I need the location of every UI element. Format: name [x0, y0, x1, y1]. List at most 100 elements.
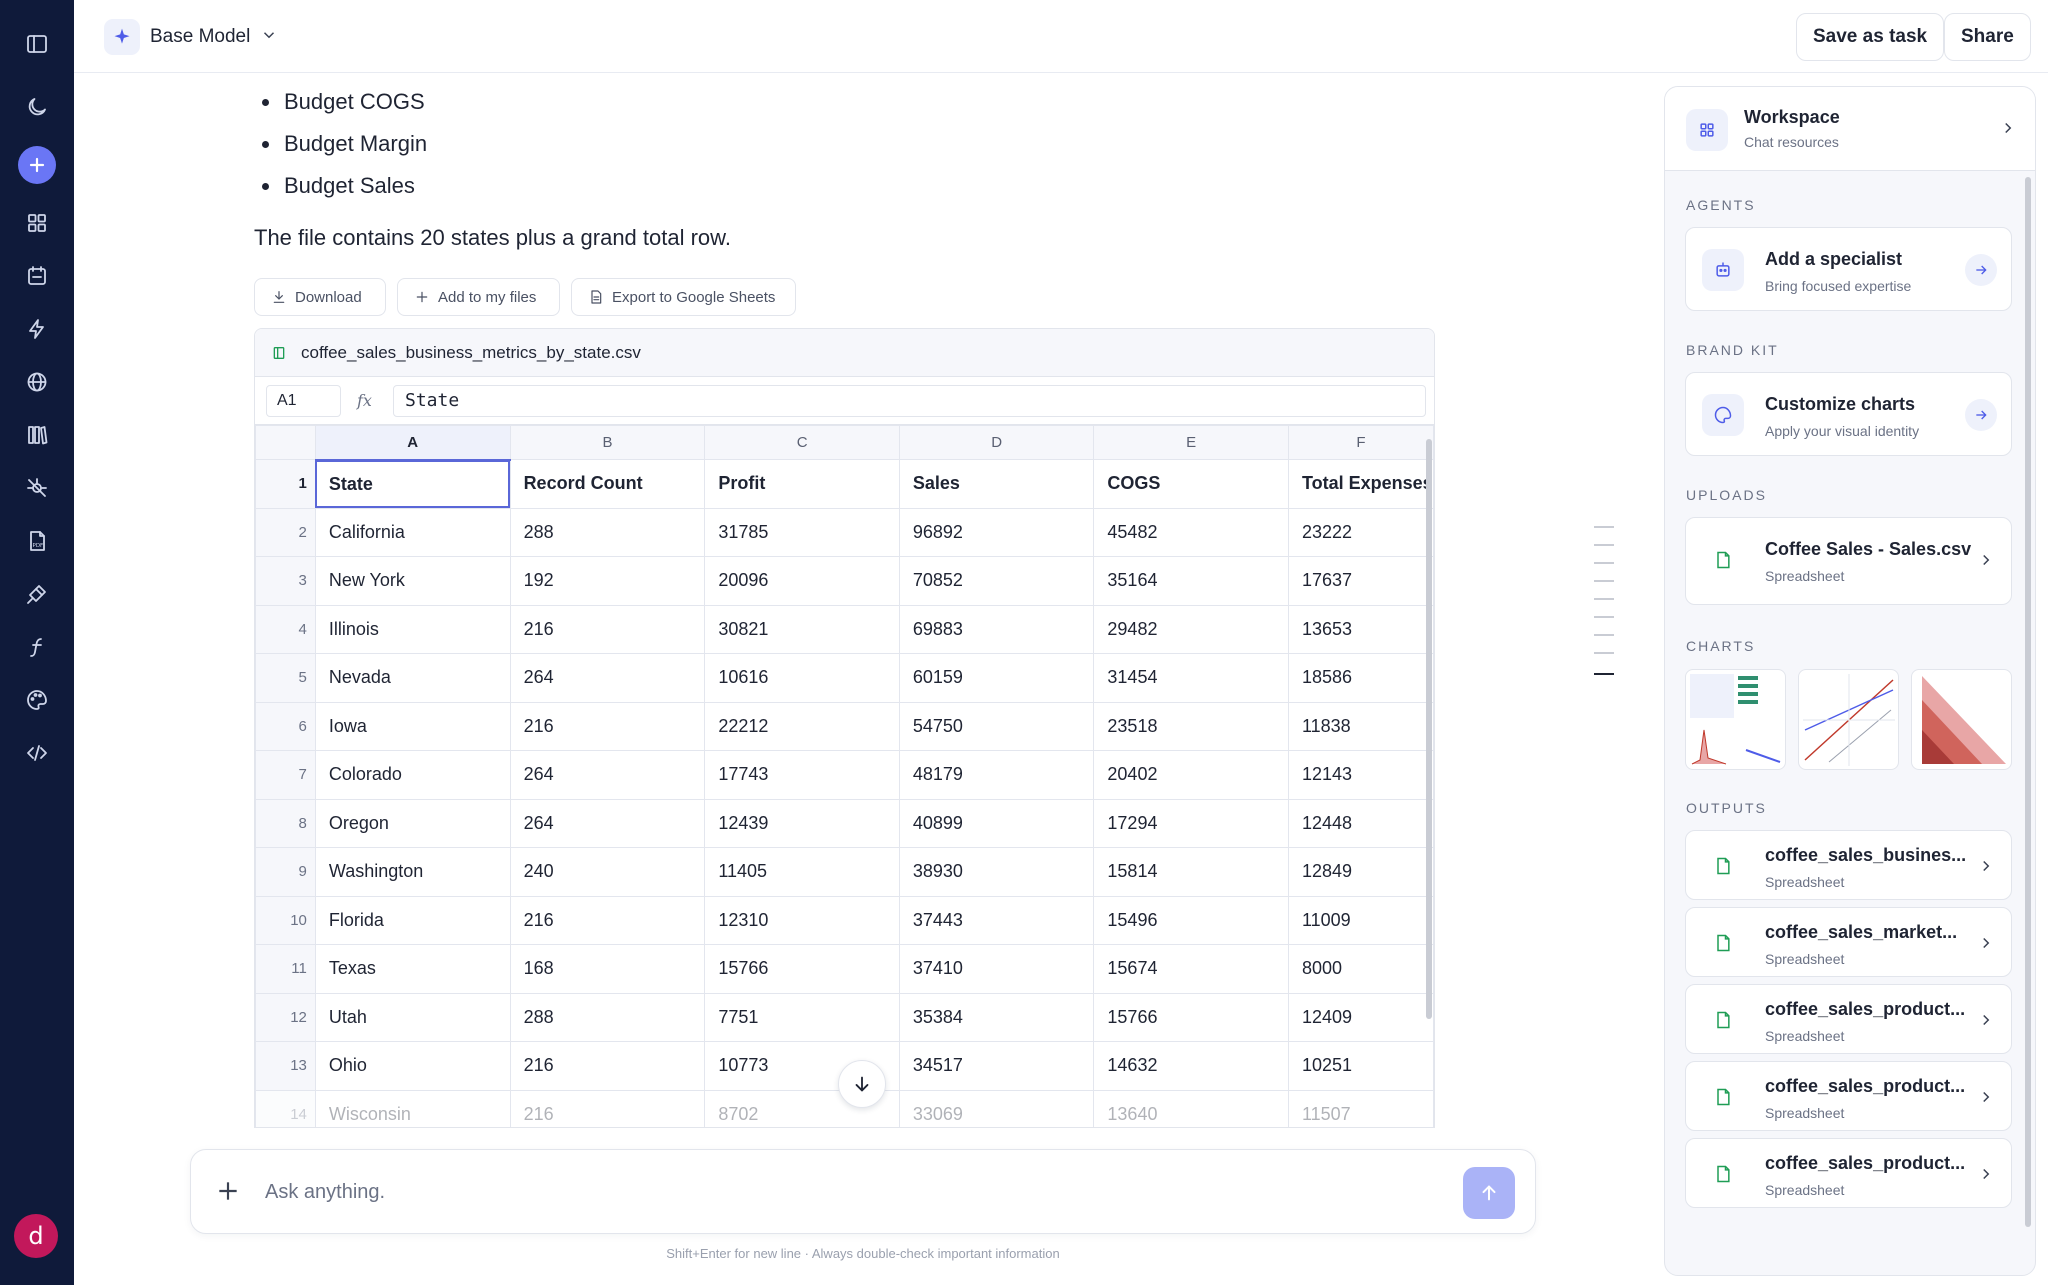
outline-tick[interactable]	[1594, 652, 1614, 654]
row-number[interactable]: 8	[255, 798, 316, 848]
table-cell[interactable]: Florida	[314, 895, 511, 945]
table-cell[interactable]: 54750	[898, 701, 1095, 751]
table-cell[interactable]: 23222	[1287, 507, 1434, 557]
scroll-to-bottom-button[interactable]	[838, 1060, 886, 1108]
add-to-files-button[interactable]: Add to my files	[397, 278, 560, 316]
table-cell[interactable]: 48179	[898, 750, 1095, 800]
output-file-card[interactable]: coffee_sales_product... Spreadsheet	[1685, 1138, 2012, 1208]
table-cell[interactable]: 35384	[898, 992, 1095, 1042]
table-cell[interactable]: 8000	[1287, 944, 1434, 994]
panel-scrollbar[interactable]	[2025, 177, 2031, 1227]
palette-icon[interactable]	[18, 681, 56, 719]
table-cell[interactable]: 35164	[1093, 556, 1289, 606]
outline-tick[interactable]	[1594, 616, 1614, 618]
table-cell[interactable]: 12143	[1287, 750, 1434, 800]
table-cell[interactable]: 168	[509, 944, 706, 994]
table-cell[interactable]: 31454	[1093, 653, 1289, 703]
row-number[interactable]: 5	[255, 653, 316, 703]
row-number[interactable]: 10	[255, 895, 316, 945]
table-cell[interactable]: 37443	[898, 895, 1095, 945]
table-cell[interactable]: 29482	[1093, 604, 1289, 654]
new-chat-button[interactable]	[18, 146, 56, 184]
table-cell[interactable]: 264	[509, 798, 706, 848]
row-number[interactable]: 13	[255, 1041, 316, 1091]
table-cell[interactable]: 34517	[898, 1041, 1095, 1091]
table-cell[interactable]: 96892	[898, 507, 1095, 557]
table-cell[interactable]: 12439	[704, 798, 900, 848]
sheet-scrollbar[interactable]	[1426, 439, 1432, 1019]
formula-input[interactable]: State	[393, 384, 1426, 417]
table-cell[interactable]: 40899	[898, 798, 1095, 848]
table-cell[interactable]: 37410	[898, 944, 1095, 994]
outline-tick[interactable]	[1594, 562, 1614, 564]
table-cell[interactable]: 17637	[1287, 556, 1434, 606]
outline-tick[interactable]	[1594, 544, 1614, 546]
table-cell[interactable]: 11838	[1287, 701, 1434, 751]
table-cell[interactable]: 22212	[704, 701, 900, 751]
table-cell[interactable]: 14632	[1093, 1041, 1289, 1091]
calendar-icon[interactable]	[18, 257, 56, 295]
row-number[interactable]: 2	[255, 507, 316, 557]
chat-input[interactable]	[265, 1174, 1365, 1210]
user-avatar[interactable]: d	[14, 1214, 58, 1258]
attach-plus-icon[interactable]	[215, 1178, 241, 1204]
row-number[interactable]: 7	[255, 750, 316, 800]
workspace-header[interactable]: Workspace Chat resources	[1665, 87, 2035, 171]
outline-tick[interactable]	[1594, 580, 1614, 582]
table-cell[interactable]: 15814	[1093, 847, 1289, 897]
code-icon[interactable]	[18, 734, 56, 772]
table-cell[interactable]: 288	[509, 992, 706, 1042]
table-cell[interactable]: Total Expenses	[1287, 459, 1434, 509]
table-cell[interactable]: 10616	[704, 653, 900, 703]
table-cell[interactable]: Iowa	[314, 701, 511, 751]
table-cell[interactable]: Nevada	[314, 653, 511, 703]
table-cell[interactable]: 264	[509, 653, 706, 703]
table-cell[interactable]: New York	[314, 556, 511, 606]
outline-tick-active[interactable]	[1594, 673, 1614, 675]
table-cell[interactable]: Colorado	[314, 750, 511, 800]
table-cell[interactable]: 240	[509, 847, 706, 897]
row-number[interactable]: 3	[255, 556, 316, 606]
sidebar-toggle-icon[interactable]	[18, 25, 56, 63]
model-selector[interactable]: Base Model	[104, 18, 278, 56]
table-cell[interactable]: Wisconsin	[314, 1089, 511, 1127]
table-cell[interactable]: 12409	[1287, 992, 1434, 1042]
table-cell[interactable]: 11507	[1287, 1089, 1434, 1127]
table-cell[interactable]: 45482	[1093, 507, 1289, 557]
customize-charts-card[interactable]: Customize charts Apply your visual ident…	[1685, 372, 2012, 456]
table-cell[interactable]: 13653	[1287, 604, 1434, 654]
table-cell[interactable]: 216	[509, 895, 706, 945]
table-cell[interactable]: Oregon	[314, 798, 511, 848]
table-cell[interactable]: Record Count	[509, 459, 706, 509]
table-cell[interactable]: 15496	[1093, 895, 1289, 945]
table-cell[interactable]: 33069	[898, 1089, 1095, 1127]
table-cell[interactable]: 70852	[898, 556, 1095, 606]
grid-icon[interactable]	[18, 204, 56, 242]
table-cell[interactable]: Washington	[314, 847, 511, 897]
table-cell[interactable]: 7751	[704, 992, 900, 1042]
table-cell[interactable]: Utah	[314, 992, 511, 1042]
moon-icon[interactable]	[18, 88, 56, 126]
column-header-f[interactable]: F	[1287, 425, 1434, 460]
output-file-card[interactable]: coffee_sales_product... Spreadsheet	[1685, 984, 2012, 1054]
table-cell[interactable]: 12448	[1287, 798, 1434, 848]
download-button[interactable]: Download	[254, 278, 386, 316]
column-header-b[interactable]: B	[509, 425, 706, 460]
output-file-card[interactable]: coffee_sales_product... Spreadsheet	[1685, 1061, 2012, 1131]
upload-file-card[interactable]: Coffee Sales - Sales.csv Spreadsheet	[1685, 517, 2012, 605]
send-button[interactable]	[1463, 1167, 1515, 1219]
table-cell[interactable]: 288	[509, 507, 706, 557]
table-cell[interactable]: 20096	[704, 556, 900, 606]
table-cell[interactable]: 38930	[898, 847, 1095, 897]
function-icon[interactable]	[18, 628, 56, 666]
table-cell[interactable]: 17294	[1093, 798, 1289, 848]
row-number[interactable]: 11	[255, 944, 316, 994]
table-cell[interactable]: State	[314, 459, 511, 509]
table-cell[interactable]: 216	[509, 701, 706, 751]
globe-icon[interactable]	[18, 363, 56, 401]
table-cell[interactable]: 15674	[1093, 944, 1289, 994]
table-cell[interactable]: 264	[509, 750, 706, 800]
outline-tick[interactable]	[1594, 598, 1614, 600]
table-cell[interactable]: Sales	[898, 459, 1095, 509]
table-cell[interactable]: 69883	[898, 604, 1095, 654]
